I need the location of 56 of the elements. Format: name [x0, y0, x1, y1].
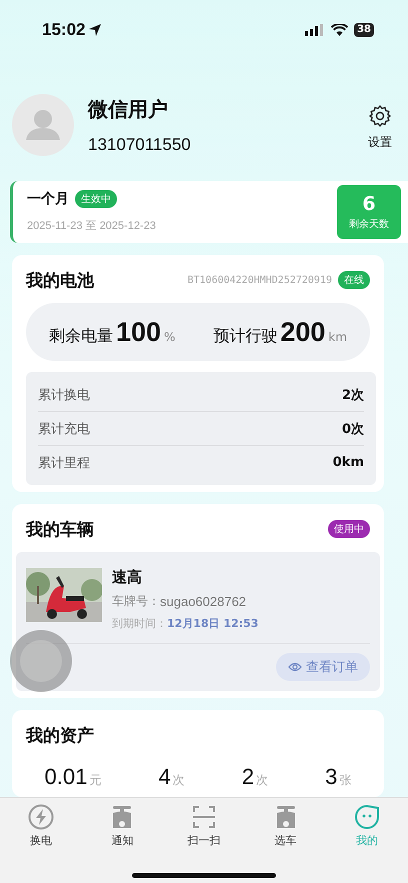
tab-item[interactable]: 选车 — [256, 804, 316, 848]
asset-unit: 次 — [172, 772, 185, 789]
tab-item[interactable]: 扫一扫 — [174, 804, 234, 848]
settings-icon[interactable] — [368, 104, 392, 128]
summary-value: 200 — [280, 316, 326, 348]
lightning-icon — [28, 804, 54, 830]
status-badge: 使用中 — [328, 520, 370, 538]
stat-value: 0次 — [342, 420, 364, 438]
stat-label: 累计充电 — [38, 420, 90, 438]
expiry-time: 12月18日 12:53 — [167, 616, 258, 631]
smiley-face-icon — [354, 804, 380, 830]
battery-serial: BT106004220HMHD252720919 — [188, 274, 332, 286]
asset-unit: 次 — [256, 772, 268, 789]
battery-indicator: 38 — [354, 23, 374, 37]
scooter-icon — [274, 804, 297, 830]
plate-number: sugao6028762 — [160, 594, 246, 609]
plate-label: 车牌号： — [112, 593, 160, 610]
settings-label[interactable]: 设置 — [368, 134, 392, 151]
section-title: 我的电池 — [26, 270, 94, 292]
tab-item[interactable]: 通知 — [92, 804, 152, 848]
date-range: 2025-11-23 至 2025-12-23 — [27, 219, 156, 234]
vehicle-name: 速高 — [112, 568, 143, 587]
wifi-icon — [331, 24, 348, 36]
summary-unit: km — [328, 330, 348, 344]
plan-name: 一个月 — [27, 190, 69, 208]
section-title: 我的车辆 — [26, 518, 94, 540]
signal-icon — [305, 24, 326, 36]
tab-item[interactable]: 换电 — [10, 804, 71, 848]
asset-value: 4 — [158, 764, 171, 790]
stat-value: 2次 — [342, 386, 364, 404]
user-name: 微信用户 — [88, 96, 169, 123]
location-arrow-icon — [88, 23, 102, 37]
days-count: 6 — [362, 192, 376, 215]
asset-value: 2 — [242, 764, 254, 790]
section-title: 我的资产 — [26, 724, 94, 746]
eye-icon — [288, 660, 302, 674]
asset-unit: 张 — [339, 772, 352, 789]
scan-icon — [192, 804, 216, 830]
status-badge: 在线 — [338, 271, 370, 289]
summary-label: 预计行驶 — [213, 326, 278, 346]
status-badge: 生效中 — [75, 190, 117, 208]
asset-unit: 元 — [89, 772, 102, 789]
asset-value: 3 — [325, 764, 338, 790]
days-label: 剩余天数 — [349, 218, 389, 231]
summary-value: 100 — [116, 316, 162, 348]
avatar-icon — [12, 94, 74, 156]
summary-unit: % — [164, 330, 176, 344]
asset-value: 0.01 — [44, 764, 88, 790]
scooter-icon — [111, 804, 134, 830]
stat-value: 0km — [332, 455, 364, 470]
phone-number: 13107011550 — [88, 134, 192, 155]
stat-label: 累计换电 — [38, 386, 90, 404]
status-time: 15:02 — [42, 20, 86, 40]
summary-label: 剩余电量 — [48, 326, 113, 346]
stat-label: 累计里程 — [38, 454, 90, 472]
expiry-label: 到期时间： — [112, 616, 167, 631]
